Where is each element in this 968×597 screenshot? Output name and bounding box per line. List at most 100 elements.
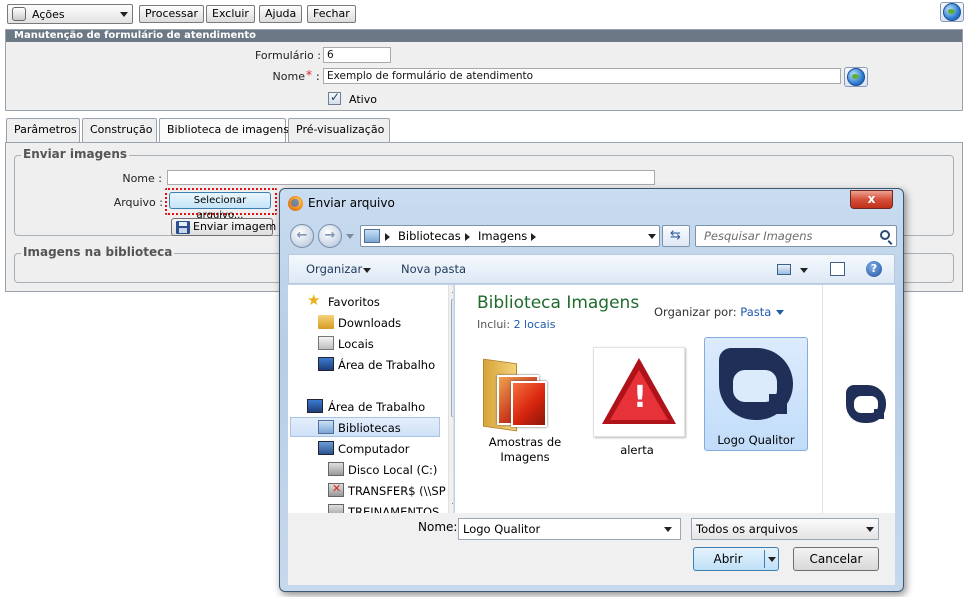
- enviar-imagem-button[interactable]: Enviar imagem: [171, 218, 277, 236]
- library-title: Biblioteca Imagens: [477, 293, 640, 313]
- scroll-down-icon[interactable]: [452, 503, 453, 508]
- nome-field[interactable]: Exemplo de formulário de atendimento: [323, 68, 841, 84]
- biblioteca-legend: Imagens na biblioteca: [21, 245, 175, 259]
- open-label: Abrir: [713, 552, 743, 566]
- address-bar[interactable]: Bibliotecas Imagens: [360, 225, 660, 247]
- filetype-select[interactable]: Todos os arquivos: [691, 518, 879, 540]
- organize-by-label: Organizar por:: [654, 305, 737, 319]
- refresh-button[interactable]: ⇆: [662, 225, 690, 247]
- arrow-right-icon: →: [324, 228, 336, 243]
- processar-button[interactable]: Processar: [139, 5, 204, 23]
- ajuda-button[interactable]: Ajuda: [259, 5, 303, 23]
- nav-bibliotecas[interactable]: Bibliotecas: [338, 421, 401, 435]
- organize-by: Organizar por: Pasta: [654, 305, 771, 319]
- file-item-logo-qualitor[interactable]: Logo Qualitor: [704, 337, 808, 451]
- content-pane: Biblioteca Imagens Inclui: 2 locais Orga…: [455, 285, 895, 513]
- nav-favoritos[interactable]: Favoritos: [328, 295, 380, 309]
- nav-downloads[interactable]: Downloads: [338, 316, 401, 330]
- file-label: Amostras de Imagens: [488, 435, 562, 464]
- firefox-icon: [288, 196, 303, 211]
- disconnected-icon: ✕: [332, 482, 342, 495]
- nav-scrollbar[interactable]: [448, 285, 453, 513]
- nav-area-trabalho[interactable]: Área de Trabalho: [328, 400, 425, 414]
- file-label: Logo Qualitor: [717, 433, 795, 447]
- tab-construcao[interactable]: Construção: [82, 118, 157, 142]
- view-mode-icon[interactable]: [777, 264, 791, 275]
- ativo-checkbox[interactable]: [328, 90, 341, 105]
- close-button[interactable]: x: [850, 190, 893, 209]
- formulario-label: Formulário :: [255, 49, 321, 62]
- command-bar: Organizar Nova pasta ?: [288, 254, 895, 284]
- address-dropdown-icon[interactable]: [648, 234, 656, 239]
- acoes-label: Ações: [32, 8, 65, 21]
- library-folder-icon: [364, 229, 380, 243]
- search-icon: [880, 230, 890, 240]
- ativo-label: Ativo: [349, 93, 377, 106]
- nav-computador[interactable]: Computador: [338, 442, 409, 456]
- nav-locais[interactable]: Locais: [338, 337, 374, 351]
- library-icon: [318, 420, 334, 434]
- nav-area-trabalho-fav[interactable]: Área de Trabalho: [338, 358, 435, 372]
- tab-pre-visualizacao[interactable]: Pré-visualização: [288, 118, 390, 142]
- search-placeholder: Pesquisar Imagens: [704, 229, 813, 243]
- desktop-icon: [307, 399, 323, 413]
- form-panel: Manutenção de formulário de atendimento …: [5, 29, 963, 111]
- organize-by-value[interactable]: Pasta: [740, 305, 771, 319]
- filetype-chevron-icon: [866, 527, 874, 532]
- network-drive-icon: [328, 504, 344, 513]
- breadcrumb-sep-icon: [531, 233, 536, 241]
- nav-treinamentos[interactable]: TREINAMENTOS: [348, 505, 439, 513]
- alert-thumbnail: !: [593, 347, 685, 437]
- nome-label: Nome: [272, 70, 305, 83]
- breadcrumb-sep-icon: [465, 233, 470, 241]
- scroll-up-icon[interactable]: [452, 288, 453, 293]
- acoes-dropdown[interactable]: Ações: [7, 4, 133, 24]
- refresh-icon: ⇆: [670, 228, 681, 243]
- includes-link[interactable]: 2 locais: [514, 318, 556, 331]
- help-globe-button[interactable]: [940, 2, 964, 22]
- formulario-field[interactable]: 6: [323, 47, 391, 63]
- open-split-chevron-icon[interactable]: [768, 557, 776, 562]
- globe-icon: [847, 68, 865, 86]
- tab-parametros[interactable]: Parâmetros: [6, 118, 80, 142]
- qualitor-logo-icon: [715, 344, 797, 428]
- folder-icon: [483, 358, 547, 432]
- organize-by-chevron-icon[interactable]: [776, 310, 784, 315]
- preview-pane-icon[interactable]: [830, 262, 845, 276]
- forward-button[interactable]: →: [318, 224, 342, 248]
- scroll-thumb[interactable]: [451, 299, 453, 417]
- nav-transfer[interactable]: TRANSFER$ (\\SP: [348, 484, 446, 498]
- recent-dropdown-icon[interactable]: [346, 234, 354, 239]
- arquivo-label: Arquivo :: [113, 196, 163, 209]
- view-chevron-icon[interactable]: [800, 268, 808, 273]
- organizar-menu[interactable]: Organizar: [306, 262, 362, 276]
- breadcrumb-bibliotecas[interactable]: Bibliotecas: [398, 229, 461, 243]
- filename-value: Logo Qualitor: [463, 522, 541, 536]
- desktop-icon: [318, 357, 334, 371]
- navigation-pane: ★ Favoritos Downloads Locais Área de Tra…: [288, 285, 454, 513]
- enviar-imagem-label: Enviar imagem: [193, 220, 277, 233]
- save-icon: [176, 221, 190, 234]
- filename-dropdown-icon[interactable]: [664, 527, 672, 532]
- required-marker: *: [306, 68, 312, 82]
- help-icon[interactable]: ?: [866, 261, 882, 277]
- cancel-button[interactable]: Cancelar: [793, 547, 879, 571]
- preview-separator: [822, 285, 823, 513]
- open-button[interactable]: Abrir: [693, 547, 779, 571]
- translate-globe-button[interactable]: [844, 67, 868, 87]
- file-label: alerta: [620, 443, 654, 457]
- upload-nome-field[interactable]: [167, 170, 655, 185]
- fechar-button[interactable]: Fechar: [307, 5, 356, 23]
- globe-icon: [943, 3, 961, 21]
- back-button[interactable]: ←: [290, 224, 314, 248]
- nav-disco-local[interactable]: Disco Local (C:): [348, 463, 437, 477]
- nova-pasta-button[interactable]: Nova pasta: [401, 262, 466, 276]
- search-box[interactable]: Pesquisar Imagens: [695, 225, 897, 247]
- selecionar-arquivo-button[interactable]: Selecionar arquivo...: [169, 192, 271, 221]
- tab-biblioteca-imagens[interactable]: Biblioteca de imagens: [159, 118, 289, 143]
- filename-input[interactable]: Logo Qualitor: [458, 518, 681, 540]
- arrow-left-icon: ←: [296, 228, 308, 243]
- breadcrumb-imagens[interactable]: Imagens: [478, 229, 527, 243]
- excluir-button[interactable]: Excluir: [206, 5, 255, 23]
- filename-label: Nome:: [418, 520, 458, 534]
